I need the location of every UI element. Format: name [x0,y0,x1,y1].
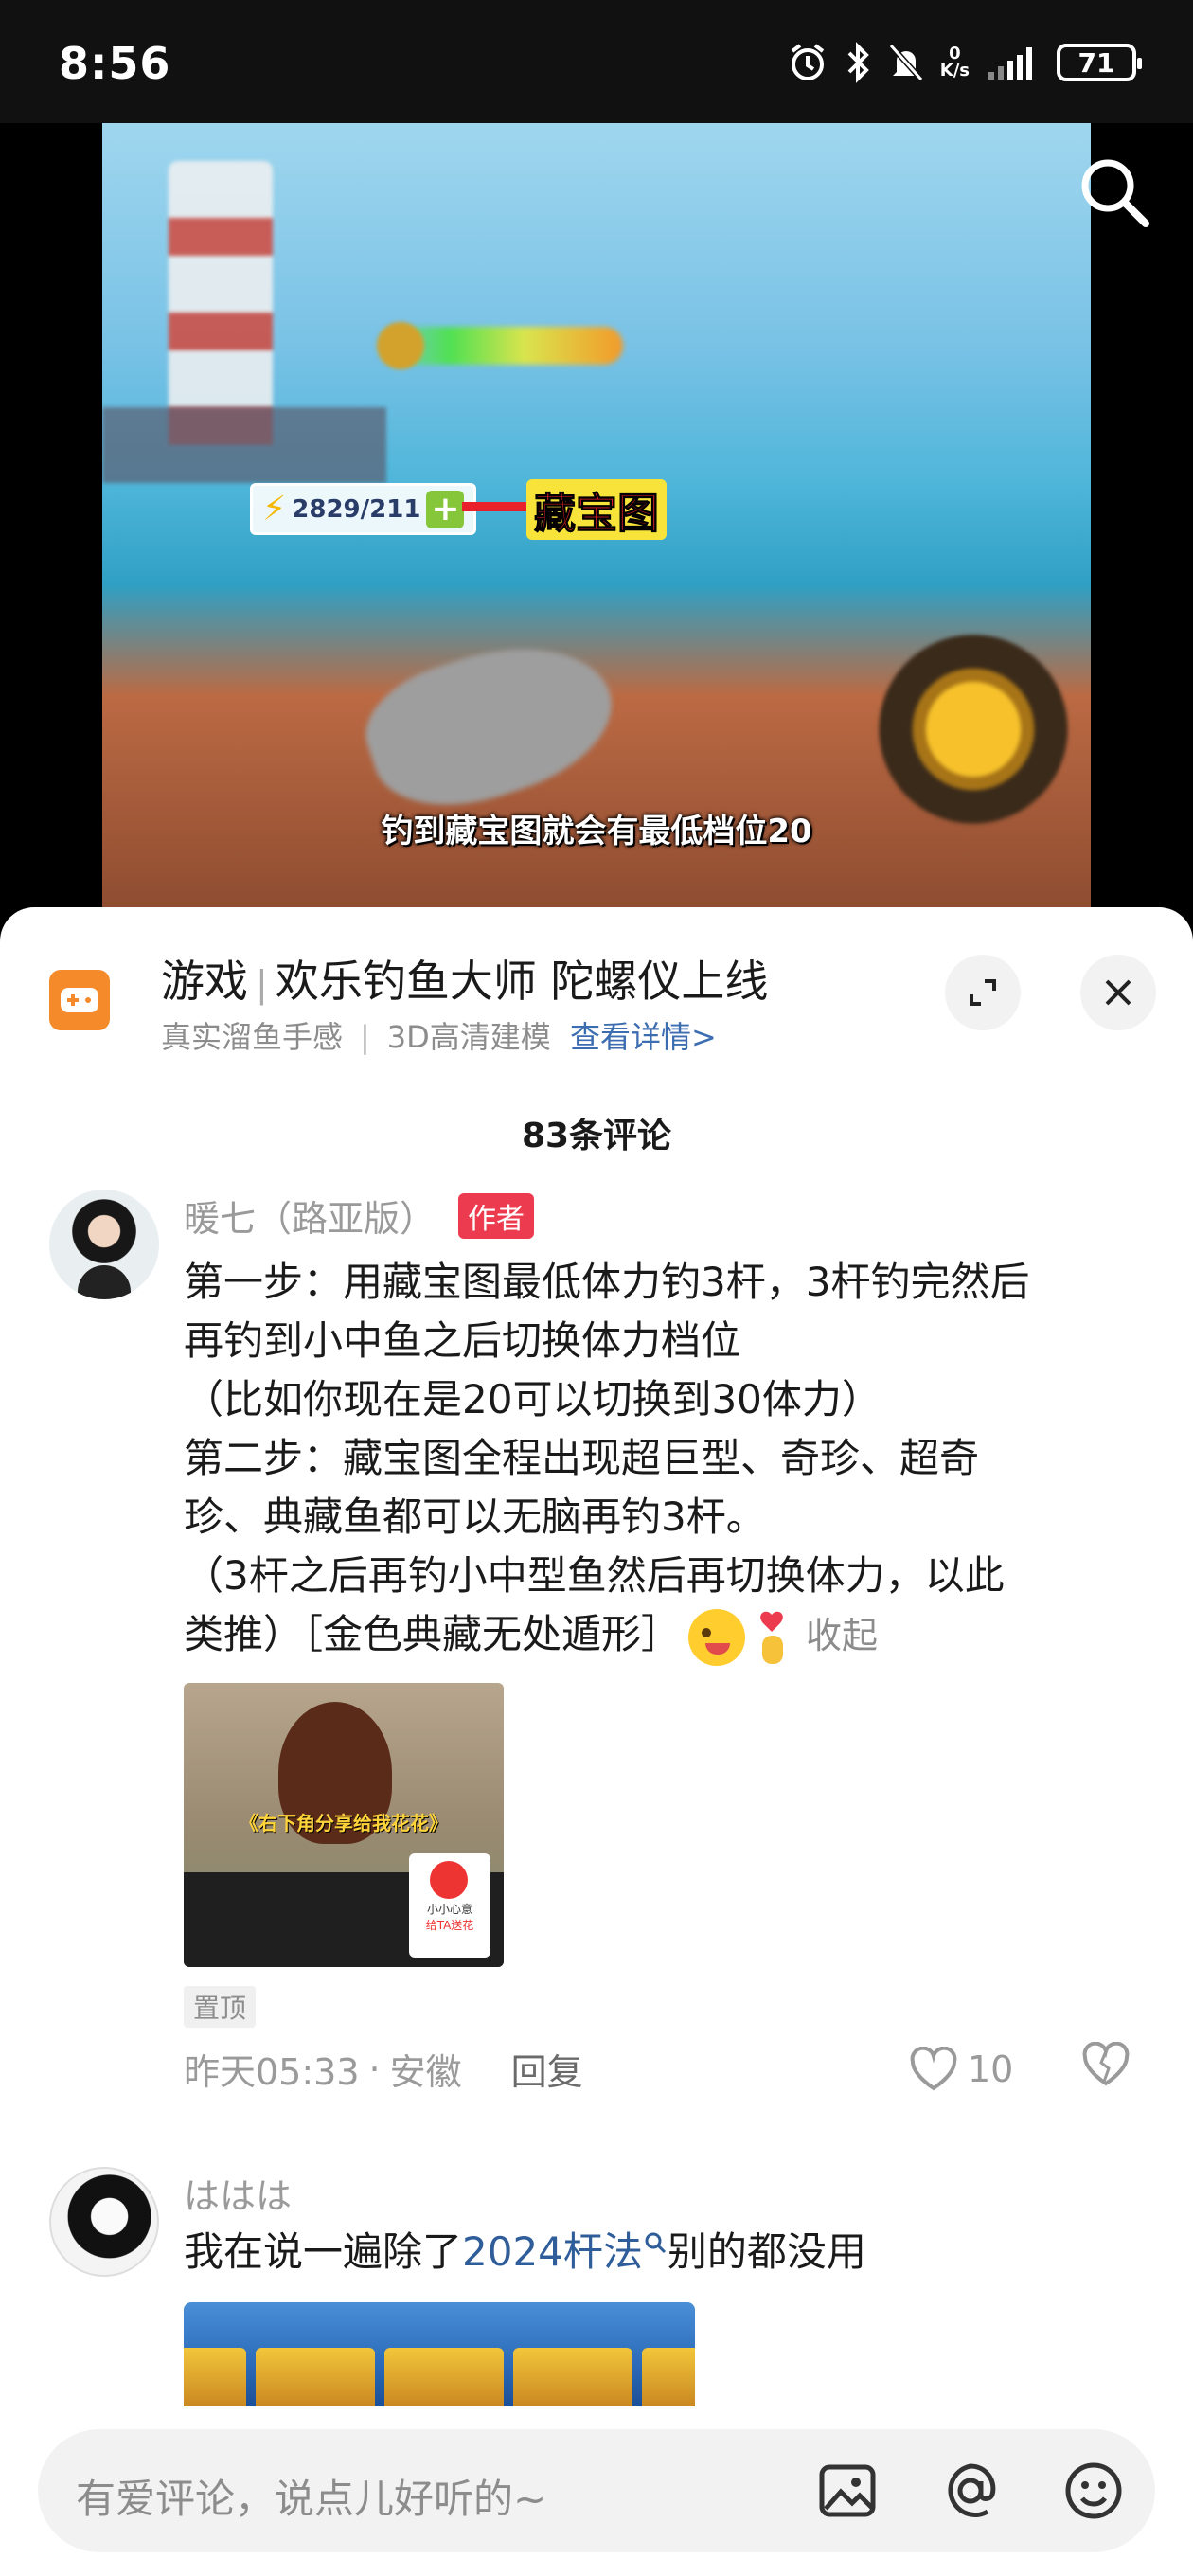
title-separator: | [256,963,268,1005]
net-speed-unit: K/s [939,61,970,80]
status-bar: 8:56 0 K/s 71 [0,0,1193,123]
game-name: 欢乐钓鱼大师 陀螺仪上线 [275,956,769,1007]
treasure-map-label: 藏宝图 [526,479,667,540]
flower-card: 小小心意 给TA送花 [409,1852,490,1958]
comment-username[interactable]: ははは [184,2167,1155,2219]
comment-line: 第一步：用藏宝图最低体力钓3杆，3杆钓完然后 [184,1259,1030,1305]
comment-line-text: 类推）［金色典藏无处遁形］ [184,1611,682,1657]
comment-time: 昨天05:33 [184,2051,360,2093]
mention-icon[interactable] [937,2458,1004,2524]
mute-bell-icon [887,42,925,83]
search-keyword-link[interactable]: 2024杆法 [462,2228,668,2275]
card-text: 小小心意 [426,1902,472,1916]
comment-text-part: 别的都没用 [667,2228,866,2275]
like-button[interactable]: 10 [909,2046,1014,2092]
comment-line: （比如你现在是20可以切换到30体力） [184,1376,881,1422]
meta-separator: · [368,2048,381,2090]
fish-card-graphic [384,2348,504,2406]
comment-line-last: 类推）［金色典藏无处遁形］ 收起 [184,1605,1155,1668]
like-count: 10 [968,2048,1014,2090]
avatar[interactable] [49,1190,159,1299]
comment-line: （3杆之后再钓小中型鱼然后再切换体力，以此 [184,1552,1005,1599]
fish-card-graphic [513,2348,632,2406]
rose-icon [430,1860,468,1899]
comment-text-part: 我在说一遍除了 [184,2228,463,2275]
fish-card-graphic [642,2348,695,2406]
search-icon[interactable] [1074,152,1155,233]
coin-graphic [377,322,424,369]
avatar[interactable] [49,2167,159,2277]
bluetooth-icon [844,42,872,83]
comment-input-bar[interactable]: 有爱评论，说点儿好听的~ [38,2429,1155,2552]
stamina-value: 2829/211 [292,494,421,524]
comment-body: 暖七（路亚版） 作者 第一步：用藏宝图最低体力钓3杆，3杆钓完然后 再钓到小中鱼… [184,1190,1155,2096]
emoji-icon[interactable] [1060,2458,1127,2524]
username-text[interactable]: ははは [184,2167,292,2219]
close-button[interactable] [1080,955,1156,1030]
game-title[interactable]: 游戏 | 欢乐钓鱼大师 陀螺仪上线 [161,947,768,1010]
finger-heart-emoji-icon [749,1607,794,1668]
battery-indicator: 71 [1057,44,1142,81]
expand-icon [970,979,996,1006]
status-time: 8:56 [59,38,171,89]
comments-sheet: 游戏 | 欢乐钓鱼大师 陀螺仪上线 真实溜鱼手感 | 3D高清建模 查看详情> 83条评… [0,907,1193,2576]
search-small-icon [645,2232,666,2254]
gamepad-icon [49,970,110,1030]
alarm-icon [787,42,828,83]
heart-icon [910,2046,957,2090]
comment-line: 再钓到小中鱼之后切换体力档位 [184,1317,741,1364]
collapse-link[interactable]: 收起 [806,1615,878,1656]
pinned-badge: 置顶 [184,1985,257,2028]
comment-text[interactable]: 第一步：用藏宝图最低体力钓3杆，3杆钓完然后 再钓到小中鱼之后切换体力档位 （比… [184,1253,1155,1668]
wink-emoji-icon [688,1608,746,1666]
reel-button-graphic [879,635,1068,824]
author-badge: 作者 [458,1192,535,1239]
broken-heart-icon [1082,2041,1130,2086]
hand-graphic [351,618,630,831]
game-tag: 真实溜鱼手感 [161,1019,344,1055]
comment-line: 珍、典藏鱼都可以无脑再钓3杆。 [184,1494,766,1540]
game-tags: 真实溜鱼手感 | 3D高清建模 查看详情> [161,1013,717,1057]
fish-card-graphic [184,2348,246,2406]
game-banner[interactable]: 游戏 | 欢乐钓鱼大师 陀螺仪上线 真实溜鱼手感 | 3D高清建模 查看详情> [0,907,1193,1087]
comment-image[interactable]: 《右下角分享给我花花》 小小心意 给TA送花 [184,1682,504,1967]
comment-location: 安徽 [389,2051,462,2093]
video-subtitle: 钓到藏宝图就会有最低档位20 [381,813,812,850]
image-picker-icon[interactable] [814,2458,881,2524]
comment-body: ははは 我在说一遍除了2024杆法 别的都没用 [184,2167,1155,2406]
status-icons: 0 K/s 71 [787,42,1142,83]
view-details-link[interactable]: 查看详情> [570,1019,717,1055]
video-frame[interactable]: ⚡ 2829/211 + 藏宝图 钓到藏宝图就会有最低档位20 [102,123,1091,919]
close-icon [1105,979,1131,1006]
pier-graphic [102,407,386,483]
lightning-icon: ⚡ [262,490,287,528]
plus-icon: + [426,490,465,528]
comment-text[interactable]: 我在说一遍除了2024杆法 别的都没用 [184,2223,1155,2281]
reply-button[interactable]: 回复 [511,2043,583,2095]
signal-icon [985,44,1042,81]
comment-meta: 昨天05:33 · 安徽 回复 10 [184,2041,1155,2096]
fish-card-graphic [256,2348,375,2406]
keyword-text: 2024杆法 [462,2228,643,2275]
comment-username[interactable]: 暖七（路亚版） 作者 [184,1190,1155,1242]
image-caption: 《右下角分享给我花花》 [240,1811,448,1834]
game-category: 游戏 [161,956,248,1007]
card-button: 给TA送花 [425,1918,474,1932]
tag-separator: | [360,1019,370,1055]
expand-button[interactable] [945,955,1021,1030]
net-speed: 0 K/s [940,45,970,80]
comment-image[interactable] [184,2302,695,2406]
comment-line: 第二步：藏宝图全程出现超巨型、奇珍、超奇 [184,1435,980,1481]
comment-count: 83条评论 [521,1117,672,1155]
stamina-box: ⚡ 2829/211 + [250,483,477,535]
comment-input[interactable]: 有爱评论，说点儿好听的~ [76,2467,546,2525]
username-text[interactable]: 暖七（路亚版） [184,1190,436,1242]
video-player[interactable]: ⚡ 2829/211 + 藏宝图 钓到藏宝图就会有最低档位20 [0,123,1193,919]
game-tag: 3D高清建模 [386,1019,551,1055]
lighthouse-graphic [169,161,273,445]
dislike-button[interactable] [1081,2041,1131,2096]
